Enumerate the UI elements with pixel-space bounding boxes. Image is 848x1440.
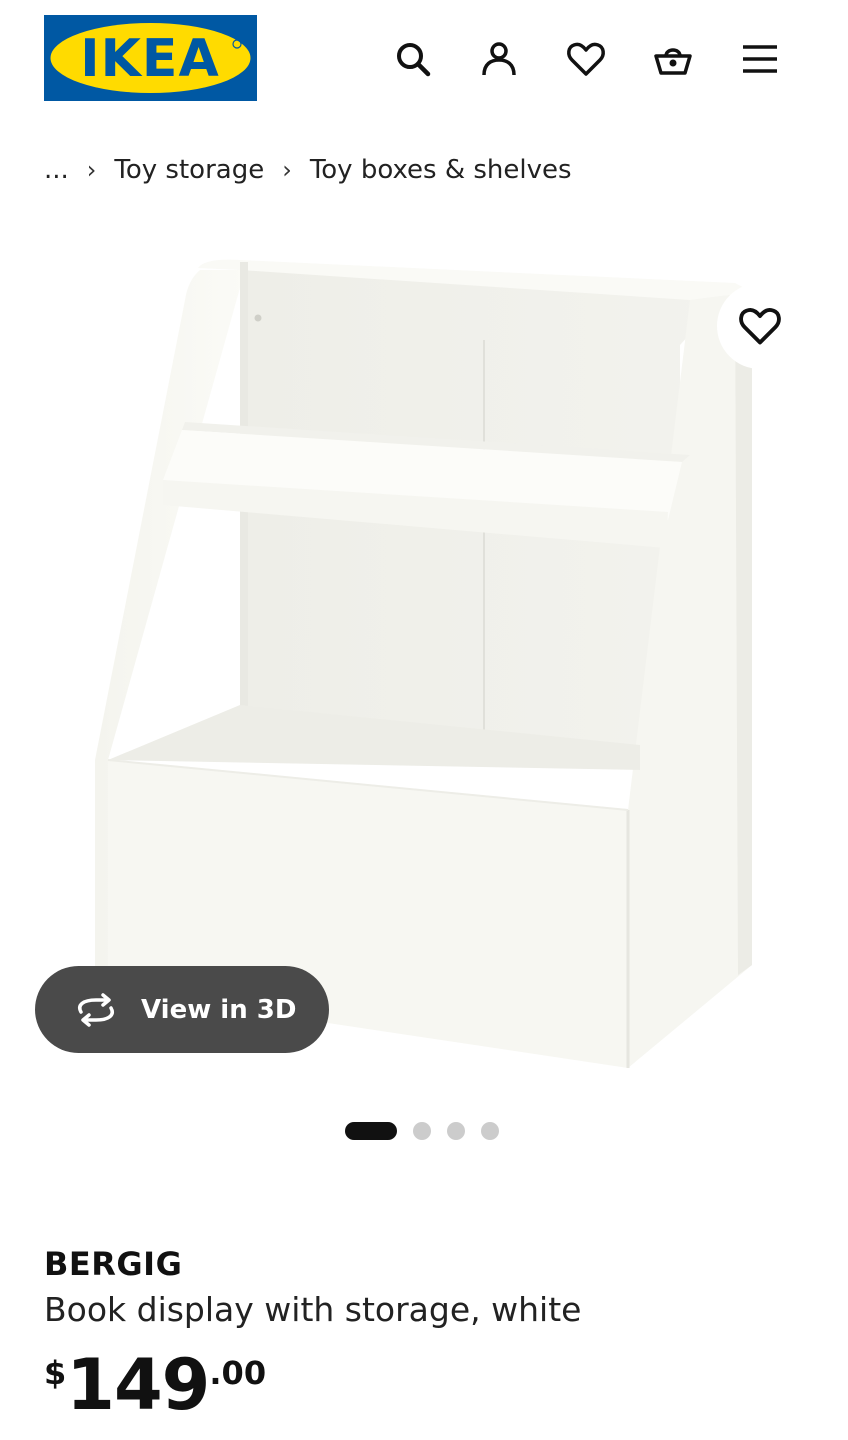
heart-icon [739,307,781,345]
breadcrumb-ellipsis[interactable]: ... [44,155,69,185]
product-image-gallery[interactable]: View in 3D [0,225,848,1095]
basket-icon[interactable] [649,35,697,83]
product-image [95,259,752,1068]
price-decimal: .00 [209,1354,267,1392]
product-description: Book display with storage, white [44,1290,582,1329]
header: IKEA [0,0,848,118]
carousel-dot-3[interactable] [447,1122,465,1140]
carousel-dot-2[interactable] [413,1122,431,1140]
menu-icon[interactable] [736,35,784,83]
carousel-dot-4[interactable] [481,1122,499,1140]
product-price: $149.00 [44,1350,266,1420]
search-icon[interactable] [389,35,437,83]
view-in-3d-button[interactable]: View in 3D [35,966,329,1053]
product-name: BERGIG [44,1245,183,1283]
breadcrumb-toy-storage[interactable]: Toy storage [114,155,264,185]
breadcrumb-separator: › [86,156,97,184]
carousel-indicator [345,1121,499,1141]
view-in-3d-label: View in 3D [141,994,297,1025]
breadcrumb-separator: › [282,156,292,184]
rotate-3d-icon [78,992,114,1027]
price-integer: 149 [66,1344,210,1426]
ikea-logo[interactable]: IKEA [44,15,257,101]
price-currency: $ [44,1354,67,1392]
carousel-dot-1[interactable] [345,1122,397,1140]
breadcrumb: ... › Toy storage › Toy boxes & shelves [44,150,572,190]
breadcrumb-toy-boxes-shelves[interactable]: Toy boxes & shelves [310,155,572,185]
account-icon[interactable] [475,35,523,83]
favourites-icon[interactable] [562,35,610,83]
save-to-favourites-button[interactable] [717,283,803,369]
logo-text: IKEA [80,29,219,89]
